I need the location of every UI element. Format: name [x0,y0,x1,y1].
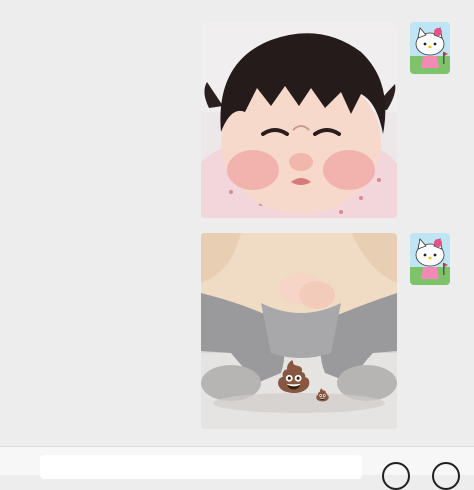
image-message[interactable] [201,22,397,218]
message-input[interactable] [40,455,362,479]
hello-kitty-avatar-icon [410,22,450,74]
baby-face-image [201,22,397,218]
avatar[interactable] [410,22,450,74]
emoji-button[interactable] [382,462,410,490]
hello-kitty-avatar-icon [410,233,450,285]
baby-squatting-image [201,233,397,429]
poop-emoji-small: 💩 [315,388,330,402]
avatar[interactable] [410,233,450,285]
poop-emoji-large: 💩 [275,360,313,395]
chat-area: 💩 💩 [0,0,474,446]
add-button[interactable] [432,462,460,490]
image-message[interactable]: 💩 💩 [201,233,397,429]
